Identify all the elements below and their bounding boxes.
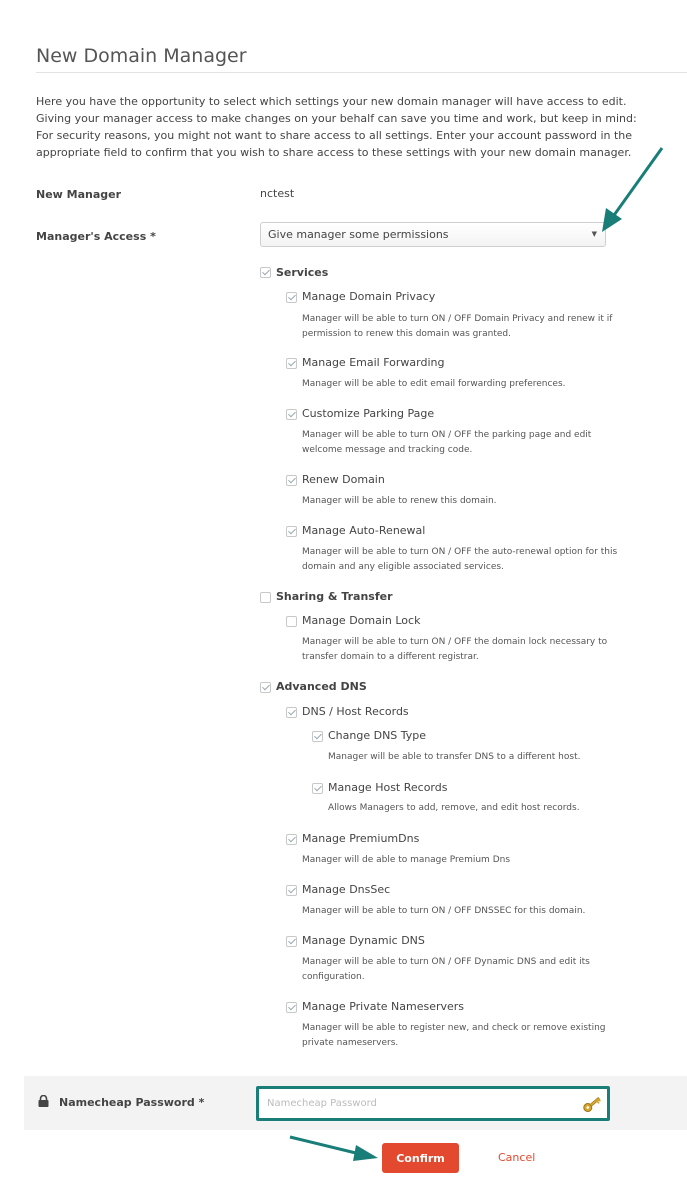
- dnssec-label: Manage DnsSec: [302, 883, 391, 896]
- advanced-dns-label: Advanced DNS: [276, 680, 367, 693]
- checkbox-dns-host-records[interactable]: [286, 707, 297, 718]
- auto-renewal-desc: Manager will be able to turn ON / OFF th…: [302, 547, 618, 572]
- arrow-icon: [602, 147, 664, 232]
- access-select-value: Give manager some permissions: [268, 228, 449, 241]
- renew-domain-desc: Manager will be able to renew this domai…: [302, 496, 497, 506]
- cancel-link[interactable]: Cancel: [498, 1151, 535, 1164]
- email-forwarding-desc: Manager will be able to edit email forwa…: [302, 379, 566, 389]
- parking-page-label: Customize Parking Page: [302, 407, 435, 420]
- dynamic-dns-label: Manage Dynamic DNS: [302, 934, 425, 947]
- checkbox-domain-privacy[interactable]: [286, 292, 297, 303]
- intro-text: Here you have the opportunity to select …: [36, 95, 637, 159]
- checkbox-advanced-dns[interactable]: [260, 682, 271, 693]
- sharing-transfer-label: Sharing & Transfer: [276, 590, 393, 603]
- domain-lock-label: Manage Domain Lock: [302, 614, 421, 627]
- password-label: Namecheap Password *: [59, 1096, 205, 1109]
- page-title: New Domain Manager: [36, 44, 247, 67]
- checkbox-premium-dns[interactable]: [286, 834, 297, 845]
- checkbox-manage-host-records[interactable]: [312, 783, 323, 794]
- checkbox-dnssec[interactable]: [286, 885, 297, 896]
- checkbox-services[interactable]: [260, 267, 271, 278]
- access-label: Manager's Access *: [36, 230, 156, 243]
- auto-renewal-label: Manage Auto-Renewal: [302, 524, 426, 537]
- key-icon[interactable]: [581, 1093, 603, 1115]
- services-label: Services: [276, 266, 329, 279]
- password-input[interactable]: [263, 1093, 589, 1114]
- parking-page-desc: Manager will be able to turn ON / OFF th…: [302, 430, 592, 455]
- premium-dns-desc: Manager will de able to manage Premium D…: [302, 855, 511, 865]
- dynamic-dns-desc: Manager will be able to turn ON / OFF Dy…: [302, 957, 590, 982]
- divider: [36, 72, 687, 73]
- checkbox-dynamic-dns[interactable]: [286, 936, 297, 947]
- manager-value: nctest: [260, 187, 295, 200]
- password-field-frame: [256, 1086, 610, 1121]
- checkbox-domain-lock[interactable]: [286, 616, 297, 627]
- checkbox-sharing-transfer[interactable]: [260, 592, 271, 603]
- access-select[interactable]: Give manager some permissions ▼: [260, 222, 606, 247]
- change-dns-type-desc: Manager will be able to transfer DNS to …: [328, 752, 581, 762]
- arrow-icon: [289, 1135, 378, 1161]
- checkbox-parking-page[interactable]: [286, 409, 297, 420]
- private-nameservers-desc: Manager will be able to register new, an…: [302, 1023, 606, 1048]
- dnssec-desc: Manager will be able to turn ON / OFF DN…: [302, 906, 586, 916]
- manager-label: New Manager: [36, 188, 122, 201]
- checkbox-auto-renewal[interactable]: [286, 526, 297, 537]
- checkbox-private-nameservers[interactable]: [286, 1002, 297, 1013]
- checkbox-renew-domain[interactable]: [286, 475, 297, 486]
- manage-host-records-label: Manage Host Records: [328, 781, 448, 794]
- change-dns-type-label: Change DNS Type: [328, 729, 427, 742]
- premium-dns-label: Manage PremiumDns: [302, 832, 420, 845]
- checkbox-change-dns-type[interactable]: [312, 731, 323, 742]
- domain-privacy-label: Manage Domain Privacy: [302, 290, 436, 303]
- email-forwarding-label: Manage Email Forwarding: [302, 356, 445, 369]
- renew-domain-label: Renew Domain: [302, 473, 385, 486]
- dns-host-records-label: DNS / Host Records: [302, 705, 409, 718]
- checkbox-email-forwarding[interactable]: [286, 358, 297, 369]
- manage-host-records-desc: Allows Managers to add, remove, and edit…: [328, 803, 580, 813]
- confirm-button[interactable]: Confirm: [382, 1143, 459, 1173]
- domain-lock-desc: Manager will be able to turn ON / OFF th…: [302, 637, 608, 662]
- lock-icon: [38, 1095, 49, 1107]
- private-nameservers-label: Manage Private Nameservers: [302, 1000, 465, 1013]
- domain-privacy-desc: Manager will be able to turn ON / OFF Do…: [302, 314, 613, 339]
